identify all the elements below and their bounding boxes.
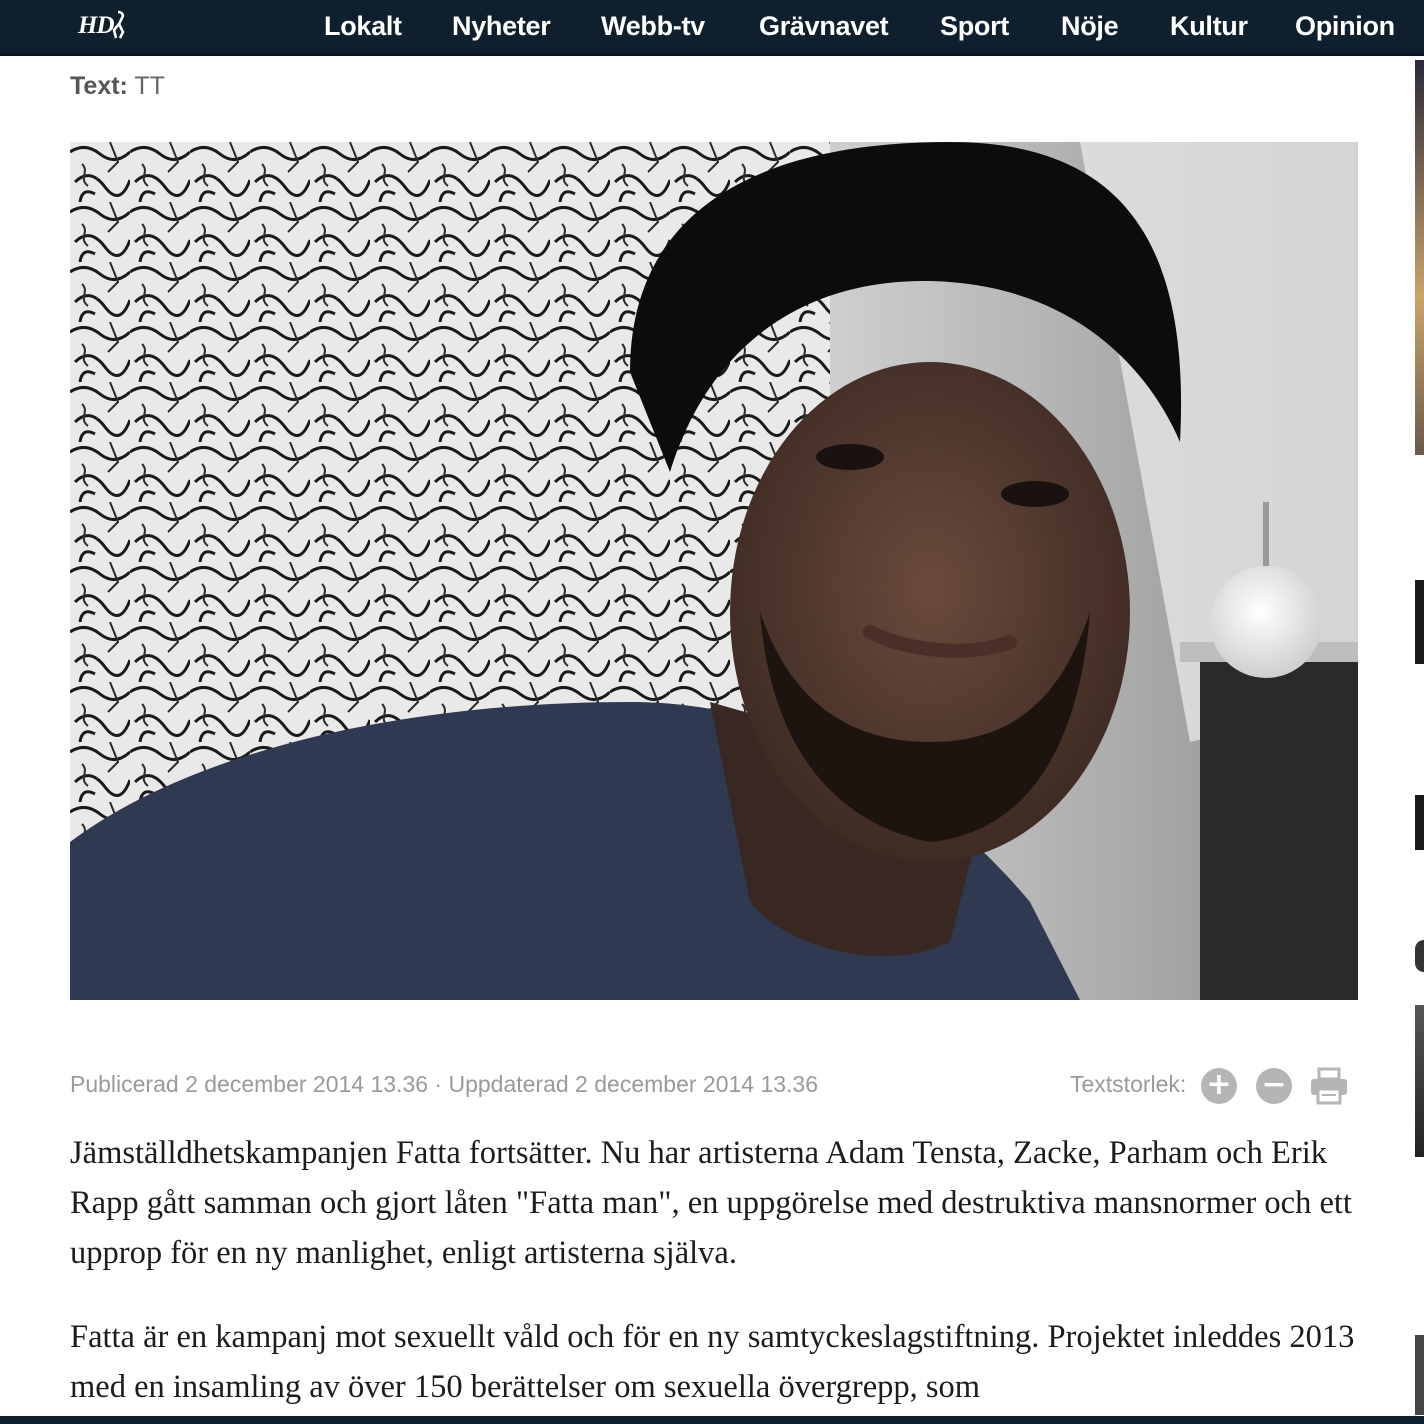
article-paragraph: Fatta är en kampanj mot sexuellt våld oc… xyxy=(70,1319,1355,1405)
nav-item-gravnavet[interactable]: Grävnavet xyxy=(759,8,889,44)
article-paragraph: Jämställdhetskampanjen Fatta fortsätter.… xyxy=(70,1135,1352,1271)
minus-circle-icon: − xyxy=(1261,1067,1287,1102)
nav-item-opinion[interactable]: Opinion xyxy=(1295,8,1395,44)
publish-date: Publicerad 2 december 2014 13.36 · Uppda… xyxy=(70,1071,819,1097)
byline-author: TT xyxy=(134,72,165,100)
print-button[interactable] xyxy=(1309,1066,1349,1106)
sidebar-image-sliver xyxy=(1415,795,1424,850)
nav-item-lokalt[interactable]: Lokalt xyxy=(324,8,402,44)
bottom-bar xyxy=(0,1416,1424,1424)
nav-item-kultur[interactable]: Kultur xyxy=(1170,8,1248,44)
decrease-text-button[interactable]: − xyxy=(1256,1068,1292,1104)
sidebar-image-sliver xyxy=(1415,60,1424,455)
article-byline: Text: TT xyxy=(70,72,165,101)
sidebar-image-sliver xyxy=(1415,580,1424,664)
sidebar-icon-sliver xyxy=(1415,940,1424,972)
portrait-photo-image xyxy=(70,142,1358,1000)
article-photo[interactable] xyxy=(70,142,1358,1000)
top-navigation: HD Lokalt Nyheter Webb-tv Grävnavet Spor… xyxy=(0,0,1424,56)
nav-item-webb-tv[interactable]: Webb-tv xyxy=(601,8,705,44)
site-logo[interactable]: HD xyxy=(78,8,130,44)
logo-text: HD xyxy=(78,12,114,39)
sidebar-image-sliver xyxy=(1415,1005,1424,1157)
nav-item-noje[interactable]: Nöje xyxy=(1061,8,1119,44)
nav-item-nyheter[interactable]: Nyheter xyxy=(452,8,551,44)
nav-item-sport[interactable]: Sport xyxy=(940,8,1009,44)
increase-text-button[interactable]: + xyxy=(1201,1068,1237,1104)
sidebar-image-sliver xyxy=(1415,1335,1424,1415)
byline-label: Text: xyxy=(70,72,128,100)
plus-circle-icon: + xyxy=(1206,1067,1232,1102)
logo-figure-icon xyxy=(112,10,125,39)
print-icon xyxy=(1311,1067,1347,1105)
textsize-label: Textstorlek: xyxy=(1070,1071,1187,1097)
